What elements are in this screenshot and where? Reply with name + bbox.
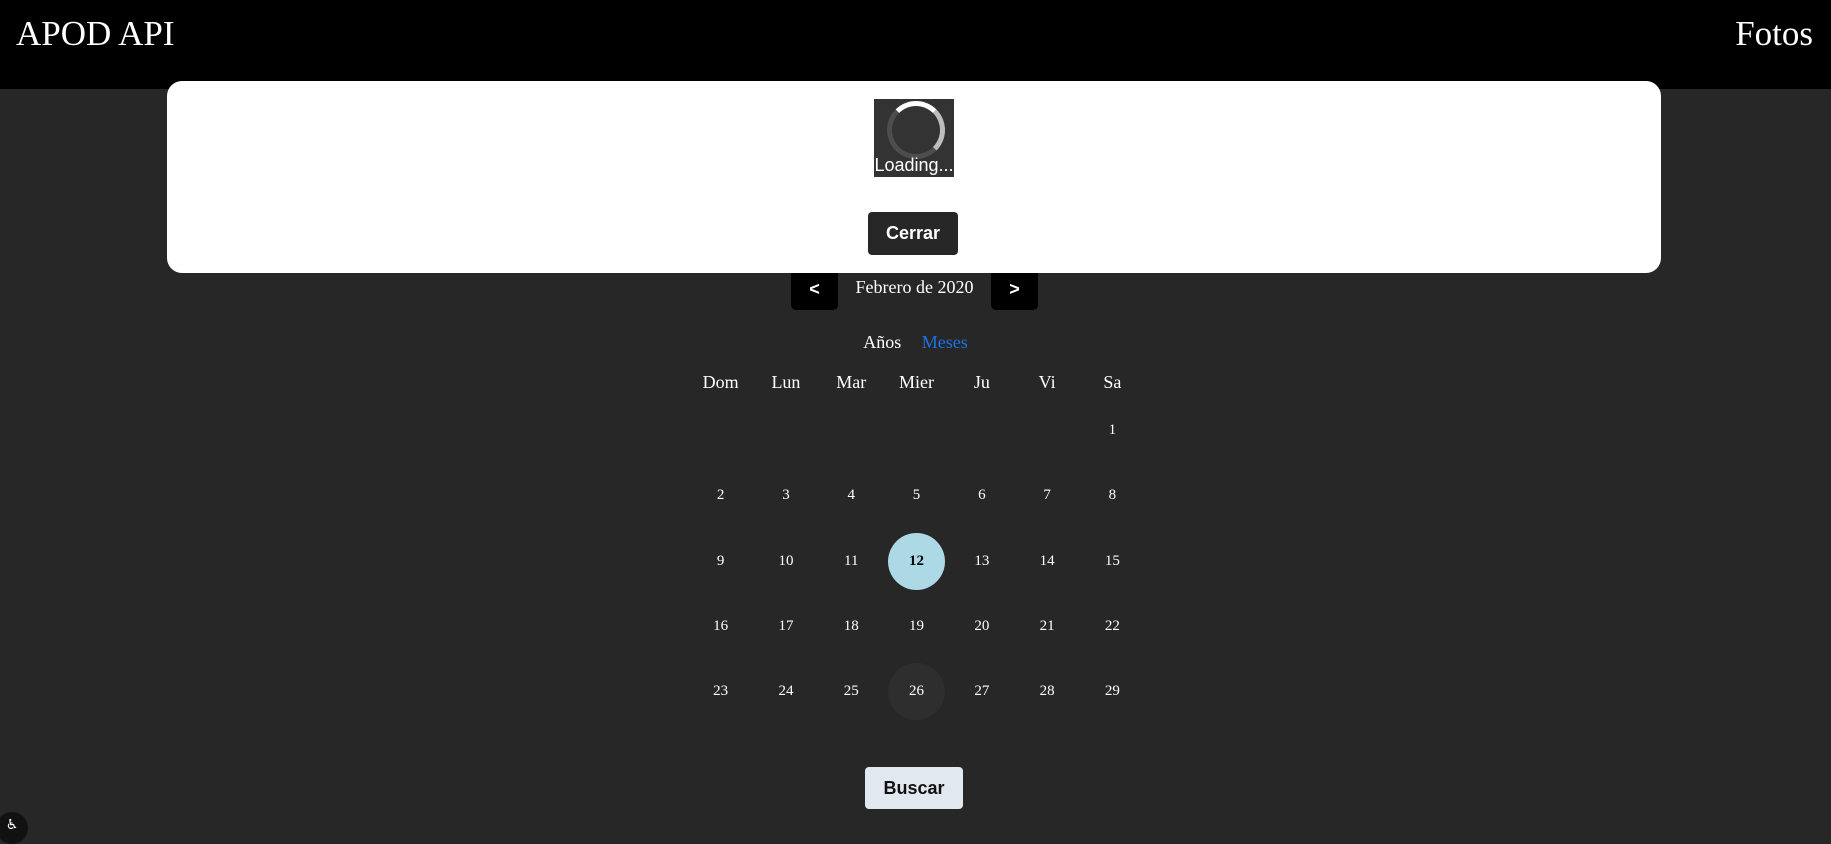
day-button[interactable]: 25 [823,663,880,720]
top-bar: APOD API Fotos [0,0,1831,89]
day-cell: 4 [819,463,884,528]
accessibility-icon[interactable]: ♿ [0,812,28,844]
day-cell: 20 [949,594,1014,659]
app-title: APOD API [16,14,175,53]
toggle-years[interactable]: Años [863,332,901,352]
day-button[interactable]: 21 [1019,598,1076,655]
day-button[interactable]: 23 [692,663,749,720]
day-cell: 24 [753,659,818,724]
day-cell: 3 [753,463,818,528]
weekday-label: Lun [771,371,801,392]
day-cell: 18 [819,594,884,659]
day-button[interactable]: 5 [888,467,945,524]
day-button[interactable]: 1 [1084,402,1141,459]
day-cell: 1 [1080,398,1145,463]
day-cell: 23 [688,659,753,724]
weekday-label: Mar [836,371,867,392]
day-cell: 11 [819,529,884,594]
day-button[interactable]: 17 [757,598,814,655]
day-button[interactable]: 14 [1019,533,1076,590]
day-cell: 16 [688,594,753,659]
close-button[interactable]: Cerrar [868,212,958,255]
day-cell: 14 [1014,529,1079,594]
next-month-button[interactable]: > [991,269,1038,310]
loading-modal: Loading... Cerrar [167,81,1661,273]
day-cell: 7 [1014,463,1079,528]
day-cell: 13 [949,529,1014,594]
weekday-header: Dom Lun Mar Mier Ju Vi Sa [688,366,1145,398]
day-button[interactable]: 15 [1084,533,1141,590]
loading-indicator: Loading... [874,99,954,177]
day-cell: 15 [1080,529,1145,594]
day-button[interactable]: 20 [953,598,1010,655]
day-button[interactable]: 9 [692,533,749,590]
day-cell: 28 [1014,659,1079,724]
day-button[interactable]: 6 [953,467,1010,524]
day-cell: 21 [1014,594,1079,659]
toggle-months[interactable]: Meses [922,332,968,352]
weekday-label: Mier [899,371,935,392]
weekday-label: Sa [1103,371,1122,392]
day-grid: 1 2 3 4 5 6 7 8 9 10 11 12 13 14 15 16 17 18 19 20 21 22 23 24 2… [688,398,1145,724]
weekday-label: Ju [973,371,990,392]
view-toggle: Años Meses [0,331,1831,353]
loading-text: Loading... [874,155,954,175]
day-cell: 10 [753,529,818,594]
empty-day-cell [884,398,949,463]
weekday-label: Vi [1038,371,1056,392]
calendar: Dom Lun Mar Mier Ju Vi Sa 1 2 3 4 5 6 7 8 9 10 11 12 13 14 1… [688,366,1145,724]
day-button[interactable]: 19 [888,598,945,655]
spinner-icon [887,101,945,159]
day-cell: 6 [949,463,1014,528]
day-button[interactable]: 18 [823,598,880,655]
day-cell: 12 [884,529,949,594]
day-button[interactable]: 29 [1084,663,1141,720]
day-cell: 26 [884,659,949,724]
day-cell: 22 [1080,594,1145,659]
nav-link-fotos[interactable]: Fotos [1735,13,1813,55]
day-cell: 17 [753,594,818,659]
day-cell: 27 [949,659,1014,724]
empty-day-cell [688,398,753,463]
day-button[interactable]: 2 [692,467,749,524]
day-cell: 29 [1080,659,1145,724]
day-cell: 5 [884,463,949,528]
day-cell: 19 [884,594,949,659]
day-button[interactable]: 7 [1019,467,1076,524]
day-button[interactable]: 8 [1084,467,1141,524]
day-button[interactable]: 11 [823,533,880,590]
day-cell: 2 [688,463,753,528]
day-button[interactable]: 22 [1084,598,1141,655]
empty-day-cell [819,398,884,463]
month-label: Febrero de 2020 [855,277,974,297]
day-button[interactable]: 10 [757,533,814,590]
day-button[interactable]: 16 [692,598,749,655]
day-cell: 25 [819,659,884,724]
day-button[interactable]: 26 [888,663,946,721]
day-button[interactable]: 28 [1019,663,1076,720]
prev-month-button[interactable]: < [791,269,838,310]
search-button[interactable]: Buscar [865,767,963,809]
empty-day-cell [1014,398,1079,463]
empty-day-cell [753,398,818,463]
day-cell: 9 [688,529,753,594]
day-button[interactable]: 3 [757,467,814,524]
day-button[interactable]: 4 [823,467,880,524]
day-button[interactable]: 27 [953,663,1010,720]
day-button[interactable]: 13 [953,533,1010,590]
day-button-selected[interactable]: 12 [888,532,946,590]
weekday-label: Dom [702,371,739,392]
day-button[interactable]: 24 [757,663,814,720]
day-cell: 8 [1080,463,1145,528]
empty-day-cell [949,398,1014,463]
